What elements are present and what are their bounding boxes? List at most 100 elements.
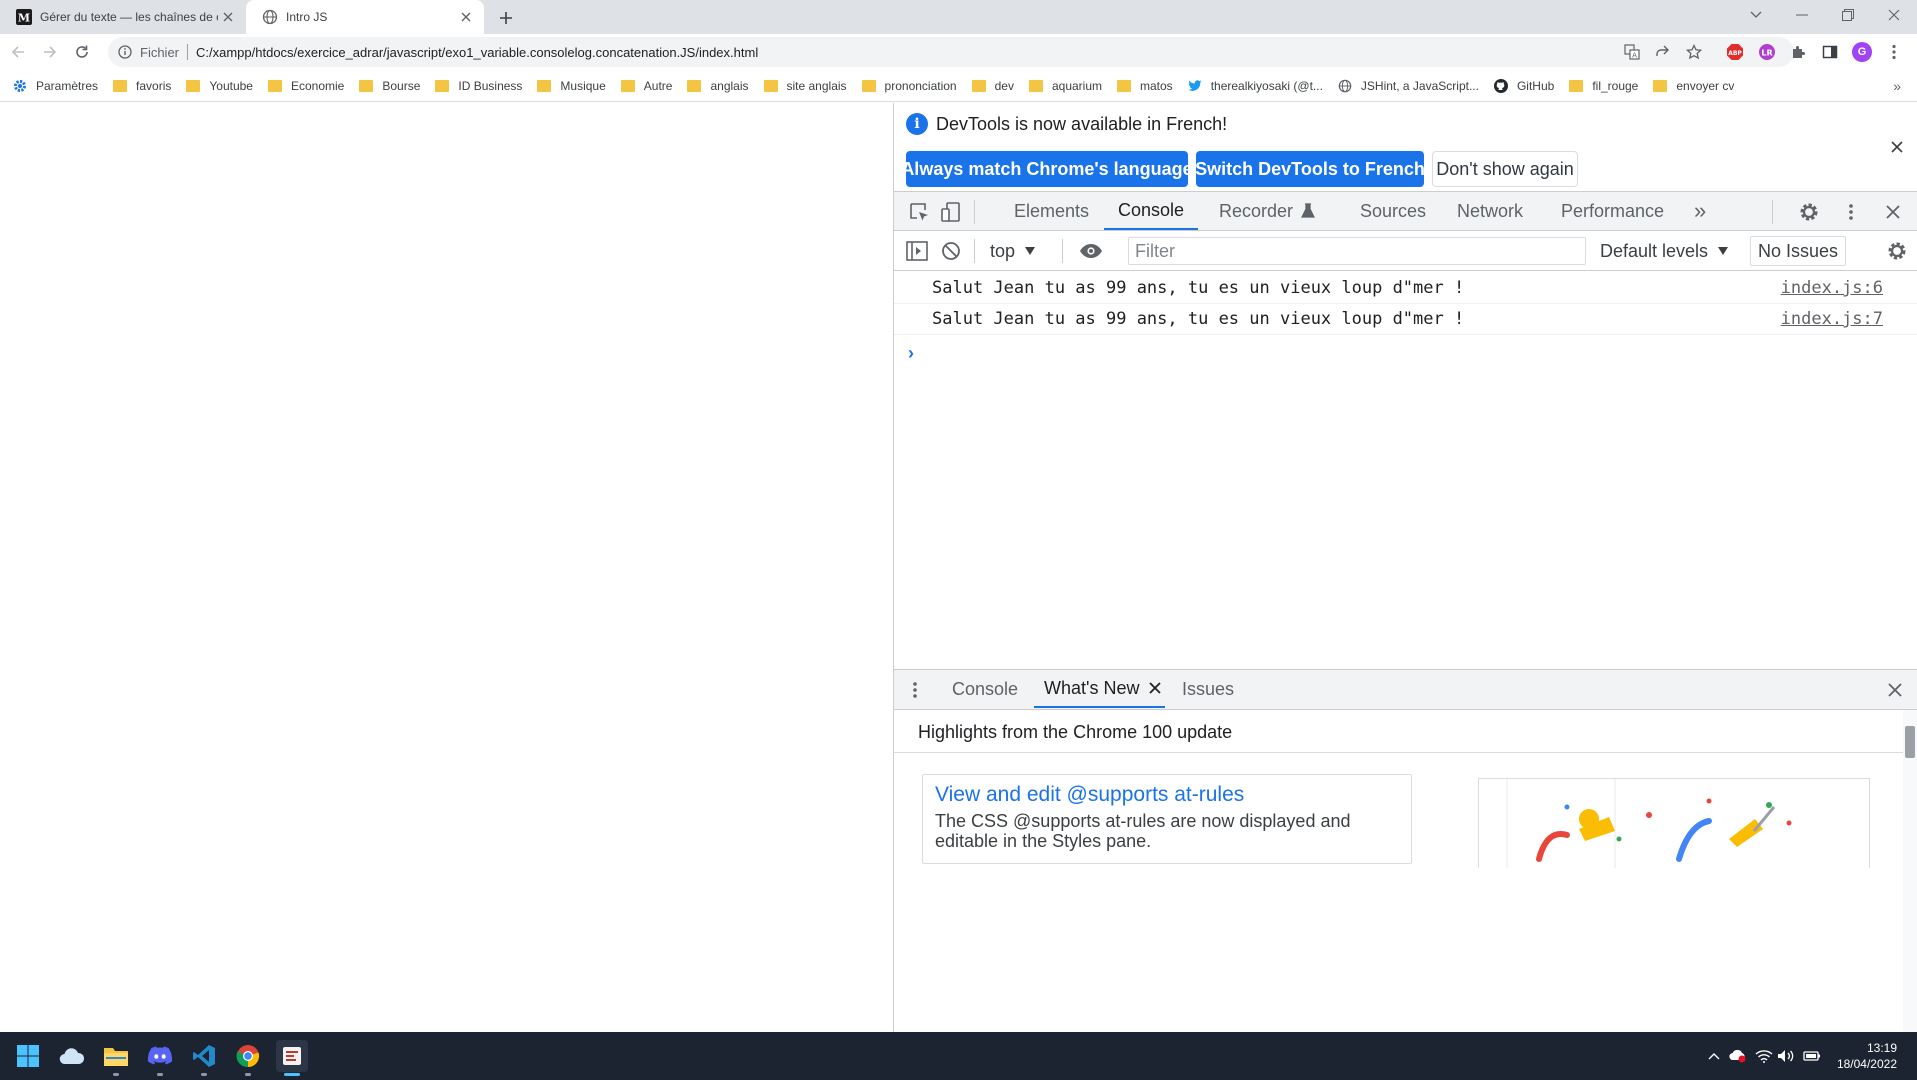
avatar[interactable]: G (1852, 42, 1872, 62)
filter-input[interactable]: Filter (1128, 237, 1586, 265)
onedrive-status-icon[interactable] (1729, 1047, 1747, 1065)
tab-search-icon[interactable] (1733, 0, 1779, 30)
bookmark-folder[interactable]: dev (971, 78, 1014, 94)
bookmark-folder[interactable]: Youtube (185, 78, 253, 94)
discord-icon[interactable] (144, 1040, 176, 1076)
browser-menu-icon[interactable] (1884, 42, 1904, 62)
vscode-icon[interactable] (188, 1040, 220, 1076)
minimize-button[interactable] (1779, 0, 1825, 30)
chevron-up-icon[interactable] (1705, 1047, 1723, 1065)
more-tabs-icon[interactable]: » (1694, 192, 1706, 230)
drawer-scrollbar[interactable] (1903, 710, 1917, 1033)
bookmark-folder[interactable]: aquarium (1028, 78, 1102, 94)
bookmark-folder[interactable]: Economie (267, 78, 344, 94)
page-viewport (0, 103, 893, 1032)
close-tab-icon[interactable] (456, 7, 476, 27)
close-icon[interactable] (1149, 682, 1162, 694)
bookmark-folder[interactable]: site anglais (763, 78, 847, 94)
tab-console[interactable]: Console (1104, 192, 1199, 230)
bookmark-github[interactable]: GitHub (1493, 78, 1554, 94)
bookmark-folder[interactable]: matos (1116, 78, 1173, 94)
tab-sources[interactable]: Sources (1360, 192, 1426, 230)
folder-icon (358, 78, 374, 94)
share-icon[interactable] (1652, 42, 1672, 62)
bookmark-folder[interactable]: envoyer cv (1652, 78, 1734, 94)
bookmark-folder[interactable]: ID Business (434, 78, 522, 94)
forward-button[interactable] (38, 40, 62, 64)
clear-console-icon[interactable] (938, 238, 964, 264)
gear-icon (12, 78, 28, 94)
drawer-tab-whats-new[interactable]: What's New (1034, 670, 1166, 708)
wifi-icon[interactable] (1755, 1047, 1773, 1065)
tab-intro-js[interactable]: Intro JS (246, 0, 484, 34)
drawer-tab-issues[interactable]: Issues (1182, 670, 1234, 708)
bookmark-folder[interactable]: Bourse (358, 78, 420, 94)
console-prompt[interactable]: › (908, 343, 914, 364)
url-text[interactable]: C:/xampp/htdocs/exercice_adrar/javascrip… (196, 45, 758, 60)
system-clock[interactable]: 13:19 18/04/2022 (1837, 1040, 1897, 1072)
close-devtools-icon[interactable] (1880, 199, 1906, 225)
file-explorer-icon[interactable] (100, 1040, 132, 1076)
feature-card[interactable]: View and edit @supports at-rules The CSS… (922, 774, 1412, 864)
source-link[interactable]: index.js:6 (1781, 278, 1883, 298)
folder-icon (267, 78, 283, 94)
tab-elements[interactable]: Elements (1014, 192, 1089, 230)
source-link[interactable]: index.js:7 (1781, 309, 1883, 329)
tab-network[interactable]: Network (1457, 192, 1523, 230)
context-selector[interactable]: top (990, 237, 1036, 265)
match-language-button[interactable]: Always match Chrome's language (901, 151, 1193, 187)
onedrive-cloud-icon[interactable] (56, 1040, 88, 1072)
scrollbar-thumb[interactable] (1905, 726, 1915, 758)
close-window-button[interactable] (1871, 0, 1917, 30)
chrome-icon[interactable] (232, 1040, 264, 1076)
bookmark-label: Youtube (209, 78, 253, 93)
side-panel-icon[interactable] (1820, 42, 1840, 62)
translate-icon[interactable]: A (1622, 42, 1642, 62)
close-icon[interactable] (1885, 135, 1909, 159)
bookmark-twitter[interactable]: therealkiyosaki (@t... (1187, 78, 1323, 94)
feature-card-title[interactable]: View and edit @supports at-rules (935, 783, 1399, 807)
close-tab-icon[interactable] (218, 7, 238, 27)
battery-icon[interactable] (1803, 1047, 1821, 1065)
settings-gear-icon[interactable] (1796, 199, 1822, 225)
back-button[interactable] (6, 40, 30, 64)
customize-menu-icon[interactable] (1838, 199, 1864, 225)
close-drawer-icon[interactable] (1882, 677, 1908, 703)
issues-button[interactable]: No Issues (1750, 236, 1846, 266)
extensions-puzzle-icon[interactable] (1788, 42, 1808, 62)
tab-mdn[interactable]: M Gérer du texte — les chaînes de c (0, 0, 246, 34)
bookmark-jshint[interactable]: JSHint, a JavaScript... (1337, 78, 1479, 94)
bookmark-folder[interactable]: anglais (686, 78, 749, 94)
volume-icon[interactable] (1777, 1047, 1795, 1065)
sidebar-toggle-icon[interactable] (904, 238, 930, 264)
bookmark-folder[interactable]: prononciation (861, 78, 957, 94)
bookmark-parametres[interactable]: Paramètres (12, 78, 98, 94)
tab-recorder[interactable]: Recorder (1219, 192, 1316, 230)
log-levels-dropdown[interactable]: Default levels (1600, 237, 1729, 265)
new-tab-button[interactable] (494, 6, 518, 30)
extension-lr-icon[interactable]: LR (1757, 42, 1777, 62)
bookmark-folder[interactable]: Autre (620, 78, 672, 94)
dont-show-again-button[interactable]: Don't show again (1432, 151, 1578, 187)
tab-performance[interactable]: Performance (1561, 192, 1664, 230)
active-app-icon[interactable] (276, 1040, 308, 1076)
info-icon[interactable] (116, 43, 134, 61)
bookmark-folder[interactable]: fil_rouge (1568, 78, 1638, 94)
adblock-icon[interactable]: ABP (1725, 42, 1745, 62)
bookmark-folder[interactable]: Musique (536, 78, 606, 94)
bookmark-star-icon[interactable] (1684, 42, 1704, 62)
drawer-menu-icon[interactable] (902, 677, 928, 703)
address-bar[interactable]: Fichier C:/xampp/htdocs/exercice_adrar/j… (108, 37, 1794, 67)
bookmark-folder[interactable]: favoris (112, 78, 171, 94)
reload-button[interactable] (70, 40, 94, 64)
inspect-element-icon[interactable] (906, 199, 932, 225)
start-windows-icon[interactable] (12, 1040, 44, 1072)
bookmarks-overflow-button[interactable]: » (1893, 78, 1901, 94)
live-expression-eye-icon[interactable] (1078, 238, 1104, 264)
drawer-tab-console[interactable]: Console (952, 670, 1018, 708)
switch-french-button[interactable]: Switch DevTools to French (1195, 151, 1425, 187)
bookmark-label: ID Business (458, 78, 523, 93)
device-toolbar-icon[interactable] (938, 199, 964, 225)
restore-button[interactable] (1825, 0, 1871, 30)
console-settings-gear-icon[interactable] (1884, 238, 1910, 264)
